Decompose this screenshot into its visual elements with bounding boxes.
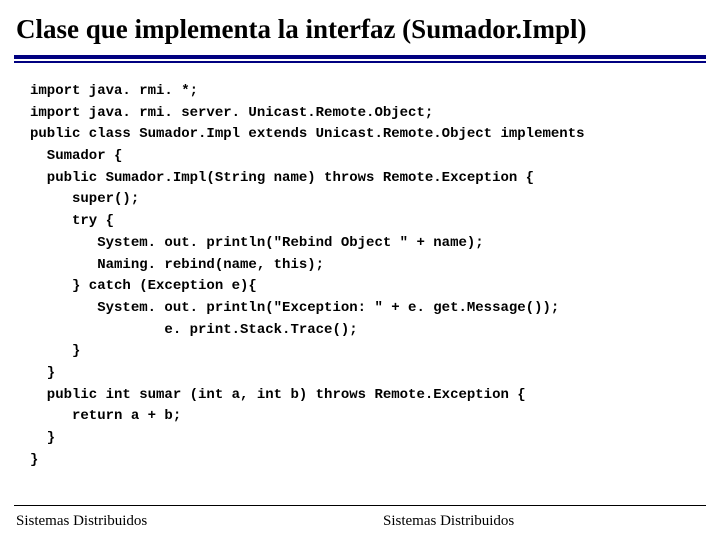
code-block: import java. rmi. *; import java. rmi. s… bbox=[0, 63, 720, 481]
title-divider bbox=[14, 55, 706, 63]
footer: Sistemas Distribuidos Sistemas Distribui… bbox=[0, 513, 720, 530]
footer-left-text: Sistemas Distribuidos bbox=[0, 513, 353, 530]
footer-divider bbox=[14, 505, 706, 506]
footer-right-text: Sistemas Distribuidos bbox=[353, 513, 720, 530]
divider-thick bbox=[14, 55, 706, 59]
slide-title: Clase que implementa la interfaz (Sumado… bbox=[0, 0, 720, 55]
